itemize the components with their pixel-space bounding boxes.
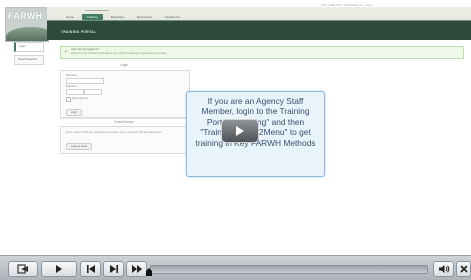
volume-button[interactable]: [433, 261, 454, 277]
nav-training[interactable]: Training: [82, 14, 103, 20]
skip-to-end-button[interactable]: [103, 261, 124, 277]
guest-access-box: Some courses of this site may allow gues…: [60, 126, 190, 154]
video-play-overlay-button[interactable]: [221, 119, 259, 143]
guest-access-heading: Guest Access: [114, 120, 134, 124]
check-icon: ✓: [64, 49, 69, 55]
page-title: TRAINING PORTAL: [61, 30, 97, 34]
remember-me-label: Remember me: [72, 97, 88, 100]
nav-home[interactable]: Home: [61, 14, 79, 20]
sidebar-item-login[interactable]: Login: [14, 42, 44, 52]
play-button[interactable]: [41, 261, 77, 277]
seek-bar[interactable]: [150, 265, 428, 274]
exit-button[interactable]: [8, 261, 38, 277]
guest-access-text: Some courses of this site may allow gues…: [66, 131, 162, 134]
main-content: ✓ Help: Are you logged in? Welcome to th…: [60, 46, 464, 59]
sidebar-item-reset-password[interactable]: Reset Password: [14, 55, 44, 65]
close-icon: [459, 265, 468, 273]
nav-contact-us[interactable]: Contact Us: [160, 14, 185, 20]
nav-documents[interactable]: Documents: [132, 14, 157, 20]
play-icon: [56, 265, 62, 273]
exit-icon: [17, 264, 28, 274]
fast-forward-button[interactable]: [126, 261, 147, 277]
password-input-secondary[interactable]: [84, 89, 102, 95]
skip-end-icon: [109, 265, 118, 273]
login-button[interactable]: Login: [66, 109, 82, 116]
skip-start-icon: [86, 265, 95, 273]
sidebar: Login Reset Password: [14, 42, 44, 68]
section-divider: [60, 118, 188, 119]
login-form: Username Password Remember me Login: [60, 70, 190, 118]
password-input[interactable]: [66, 89, 84, 95]
farwh-logo: FARWH: [5, 7, 49, 42]
logo-landscape: [6, 27, 48, 41]
volume-icon: [438, 265, 449, 273]
player-control-bar: [0, 255, 471, 280]
seek-handle[interactable]: [146, 268, 152, 276]
password-label: Password: [66, 85, 77, 88]
play-icon: [236, 126, 244, 136]
login-heading: Login: [120, 63, 128, 67]
site-header: Home Training Reporting Documents Contac…: [47, 7, 471, 40]
username-input[interactable]: [66, 78, 104, 84]
notice-title: Help: Are you logged in?: [71, 48, 100, 51]
login-as-guest-button[interactable]: Login as Guest: [66, 143, 93, 150]
notice-body: Welcome to the Training Portal. Please l…: [71, 52, 168, 55]
skip-to-start-button[interactable]: [80, 261, 101, 277]
fast-forward-icon: [131, 265, 142, 273]
help-notice: ✓ Help: Are you logged in? Welcome to th…: [60, 46, 464, 59]
main-nav: Home Training Reporting Documents Contac…: [61, 14, 185, 20]
active-tab-indicator: [85, 10, 109, 11]
logo-text: FARWH: [8, 11, 43, 21]
username-label: Username: [66, 74, 78, 77]
nav-reporting[interactable]: Reporting: [106, 14, 129, 20]
close-button[interactable]: [456, 261, 471, 277]
remember-me-checkbox[interactable]: [66, 97, 71, 102]
